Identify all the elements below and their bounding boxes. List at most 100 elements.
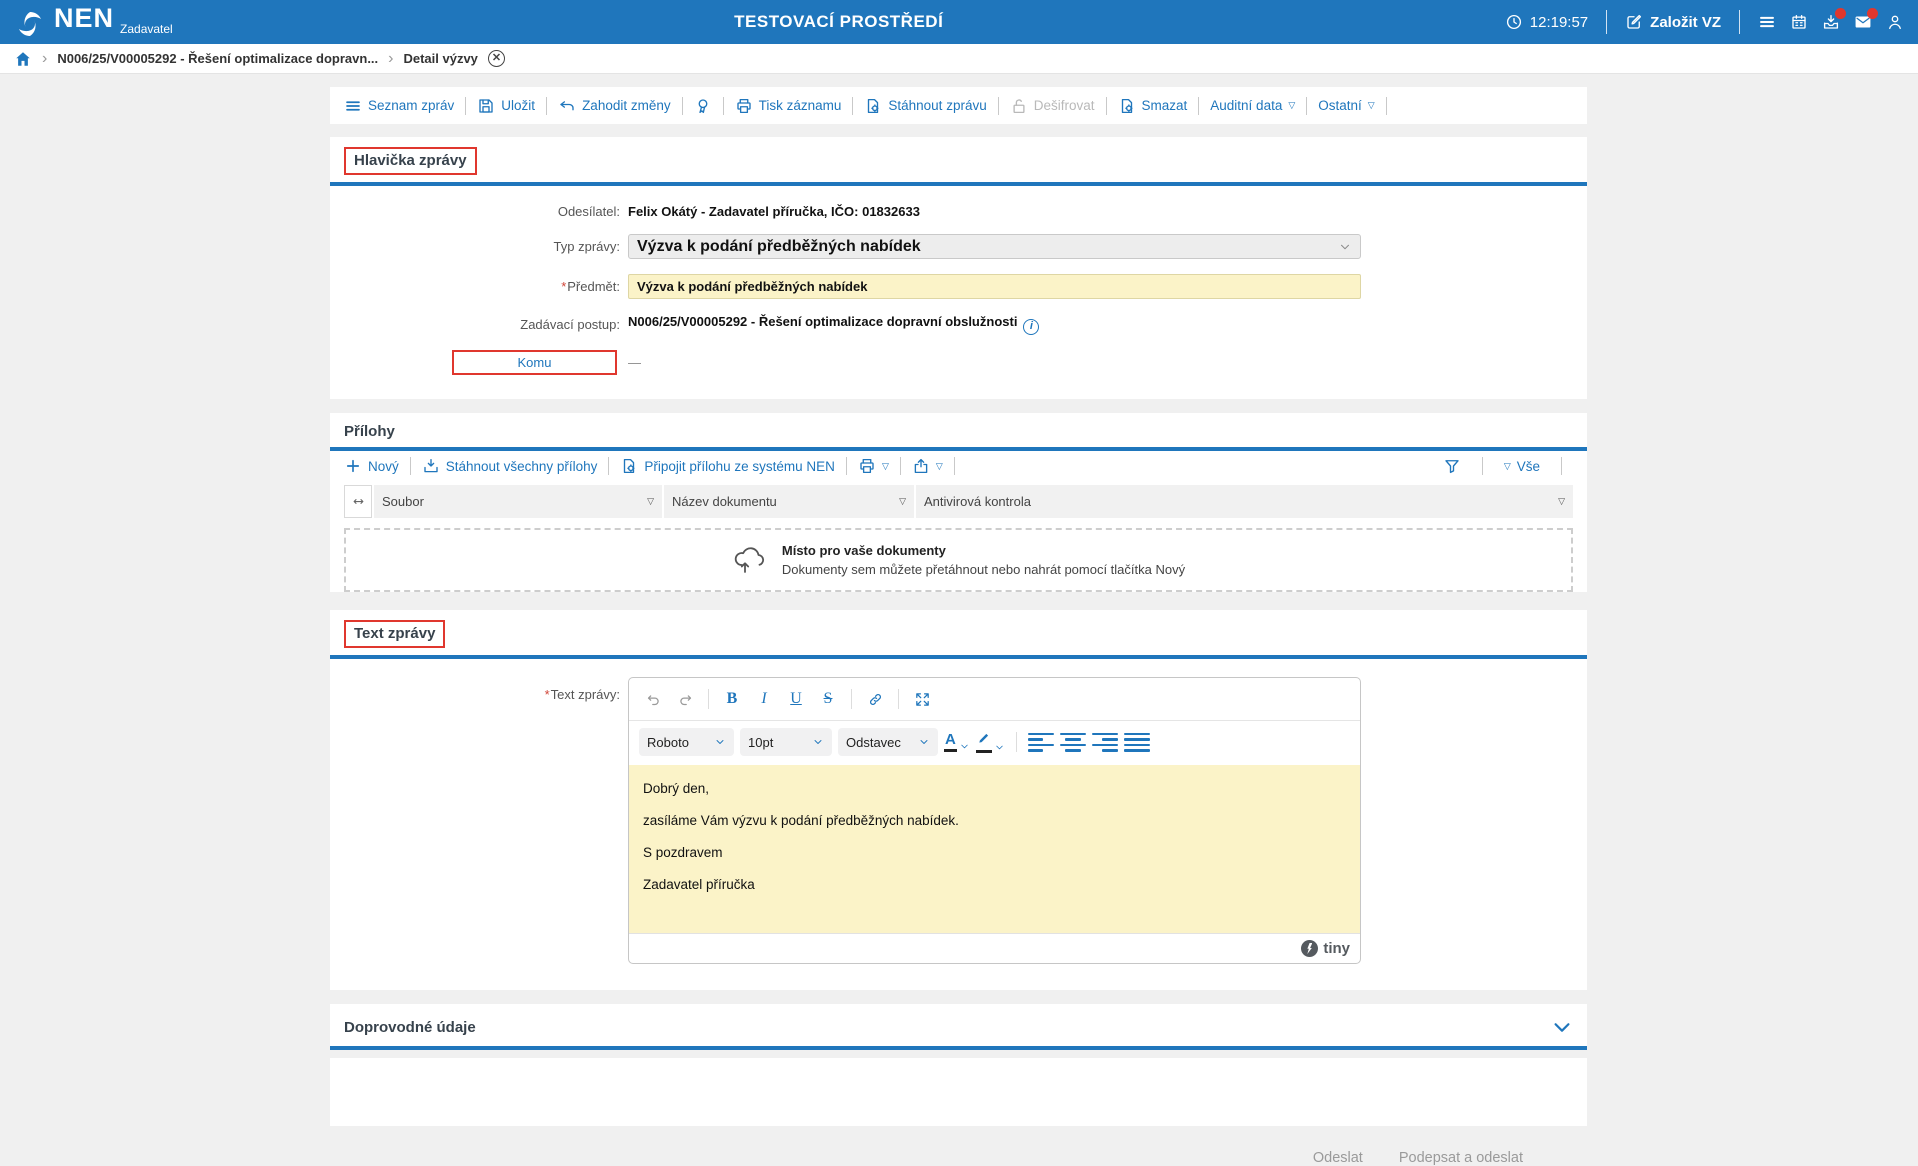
breadcrumb-procedure[interactable]: N006/25/V00005292 - Řešení optimalizace … <box>57 51 378 66</box>
align-justify-button[interactable] <box>1124 730 1150 754</box>
dropdown-triangle-icon: ▽ <box>1288 101 1295 110</box>
brand-name: NEN <box>54 5 114 32</box>
strikethrough-button[interactable]: S <box>814 686 842 712</box>
unlock-icon <box>1010 97 1028 115</box>
plus-icon <box>344 457 362 475</box>
pen-icon <box>977 731 991 745</box>
inbox-button[interactable] <box>1822 13 1840 31</box>
subject-input[interactable]: Výzva k podání předběžných nabídek <box>628 274 1361 299</box>
align-right-button[interactable] <box>1092 730 1118 754</box>
block-format-select[interactable]: Odstavec <box>838 728 938 756</box>
attachments-table-header: Soubor▽ Název dokumentu▽ Antivirová kont… <box>344 485 1573 518</box>
required-asterisk: * <box>561 279 566 294</box>
message-type-row: Typ zprávy: Výzva k podání předběžných n… <box>330 234 1587 259</box>
home-icon[interactable] <box>14 50 32 68</box>
subject-label: *Předmět: <box>330 279 628 294</box>
editor-toolbar-row1: B I U S <box>629 678 1360 721</box>
column-chooser-icon <box>351 494 366 509</box>
align-left-button[interactable] <box>1028 730 1054 754</box>
undo-icon <box>645 691 662 708</box>
discard-changes-button[interactable]: Zahodit změny <box>558 97 671 115</box>
print-record-button[interactable]: Tisk záznamu <box>735 97 842 115</box>
attach-from-nen-button[interactable]: Připojit přílohu ze systému NEN <box>620 457 835 475</box>
align-center-button[interactable] <box>1060 730 1086 754</box>
recipients-link[interactable]: Komu <box>452 350 617 375</box>
document-gear-icon <box>864 97 882 115</box>
attachments-section: Přílohy Nový Stáhnout všechny přílohy Př… <box>330 413 1587 592</box>
sign-and-send-button[interactable]: Podepsat a odeslat <box>1399 1150 1523 1166</box>
italic-button[interactable]: I <box>750 686 778 712</box>
editor-paragraph: Zadavatel příručka <box>643 877 1346 892</box>
nen-swirl-icon <box>14 8 46 40</box>
filter-all-button[interactable]: ▽ Vše <box>1504 459 1540 474</box>
expand-chevron-icon[interactable] <box>1551 1016 1573 1038</box>
delete-button[interactable]: Smazat <box>1118 97 1188 115</box>
redo-button[interactable] <box>671 686 699 712</box>
highlight-color-button[interactable] <box>976 731 1005 753</box>
download-all-attachments-button[interactable]: Stáhnout všechny přílohy <box>422 457 598 475</box>
editor-content[interactable]: Dobrý den, zasíláme Vám výzvu k podání p… <box>629 765 1360 933</box>
send-button[interactable]: Odeslat <box>1313 1150 1363 1166</box>
message-type-select[interactable]: Výzva k podání předběžných nabídek <box>628 234 1361 259</box>
messages-button[interactable] <box>1854 13 1872 31</box>
create-vz-button[interactable]: Založit VZ <box>1625 13 1721 31</box>
column-settings-button[interactable] <box>344 485 372 518</box>
command-toolbar: Seznam zpráv Uložit Zahodit změny Tisk z… <box>330 87 1587 124</box>
filter-triangle-icon[interactable]: ▽ <box>1558 497 1565 506</box>
seal-icon <box>694 97 712 115</box>
audit-data-menu[interactable]: Auditní data▽ <box>1210 98 1295 113</box>
download-icon <box>422 457 440 475</box>
sender-value: Felix Okátý - Zadavatel příručka, IČO: 0… <box>628 204 920 219</box>
cloud-upload-icon <box>732 545 766 575</box>
download-message-button[interactable]: Stáhnout zprávu <box>864 97 986 115</box>
breadcrumb-separator: › <box>388 50 393 68</box>
print-attachments-button[interactable]: ▽ <box>858 457 889 475</box>
section-underline <box>330 1046 1587 1050</box>
editor-paragraph: Dobrý den, <box>643 781 1346 796</box>
link-button[interactable] <box>861 686 889 712</box>
font-size-select[interactable]: 10pt <box>740 728 832 756</box>
sender-row: Odesílatel: Felix Okátý - Zadavatel přír… <box>330 204 1587 219</box>
editor-toolbar-row2: Roboto 10pt Odstavec A <box>629 721 1360 765</box>
undo-button[interactable] <box>639 686 667 712</box>
underline-button[interactable]: U <box>782 686 810 712</box>
divider <box>1739 10 1740 34</box>
brand-role: Zadavatel <box>120 22 173 36</box>
editor-paragraph: S pozdravem <box>643 845 1346 860</box>
bold-button[interactable]: B <box>718 686 746 712</box>
column-header-soubor[interactable]: Soubor▽ <box>374 485 662 518</box>
message-list-button[interactable]: Seznam zpráv <box>344 97 454 115</box>
text-color-button[interactable]: A <box>944 732 970 752</box>
calendar-button[interactable] <box>1790 13 1808 31</box>
filter-triangle-icon[interactable]: ▽ <box>899 497 906 506</box>
new-attachment-button[interactable]: Nový <box>344 457 399 475</box>
user-profile-button[interactable] <box>1886 13 1904 31</box>
info-icon[interactable]: i <box>1023 319 1039 335</box>
message-text-label: *Text zprávy: <box>330 677 628 964</box>
other-menu[interactable]: Ostatní▽ <box>1318 98 1374 113</box>
file-dropzone[interactable]: Místo pro vaše dokumenty Dokumenty sem m… <box>344 528 1573 592</box>
footer-actions: Odeslat Podepsat a odeslat <box>330 1126 1587 1166</box>
sign-seal-button[interactable] <box>694 97 712 115</box>
filter-triangle-icon[interactable]: ▽ <box>647 497 654 506</box>
dropdown-triangle-icon: ▽ <box>1504 462 1511 471</box>
nen-logo[interactable]: NEN Zadavatel <box>14 5 173 40</box>
divider <box>1606 10 1607 34</box>
tiny-brand[interactable]: tiny <box>1323 940 1350 957</box>
main-menu-button[interactable] <box>1758 13 1776 31</box>
chevron-down-icon <box>994 742 1005 753</box>
font-family-select[interactable]: Roboto <box>639 728 734 756</box>
filter-funnel-icon[interactable] <box>1443 457 1461 475</box>
section-title-message-text: Text zprávy <box>344 620 445 648</box>
required-asterisk: * <box>545 687 550 702</box>
save-button[interactable]: Uložit <box>477 97 535 115</box>
dropdown-triangle-icon: ▽ <box>1368 101 1375 110</box>
export-attachments-button[interactable]: ▽ <box>912 457 943 475</box>
column-header-antivirus[interactable]: Antivirová kontrola▽ <box>916 485 1573 518</box>
clock-icon <box>1505 13 1523 31</box>
printer-icon <box>858 457 876 475</box>
fullscreen-button[interactable] <box>908 686 936 712</box>
close-tab-icon[interactable]: ✕ <box>488 50 505 67</box>
column-header-nazev[interactable]: Název dokumentu▽ <box>664 485 914 518</box>
section-title-attachments: Přílohy <box>344 423 395 440</box>
